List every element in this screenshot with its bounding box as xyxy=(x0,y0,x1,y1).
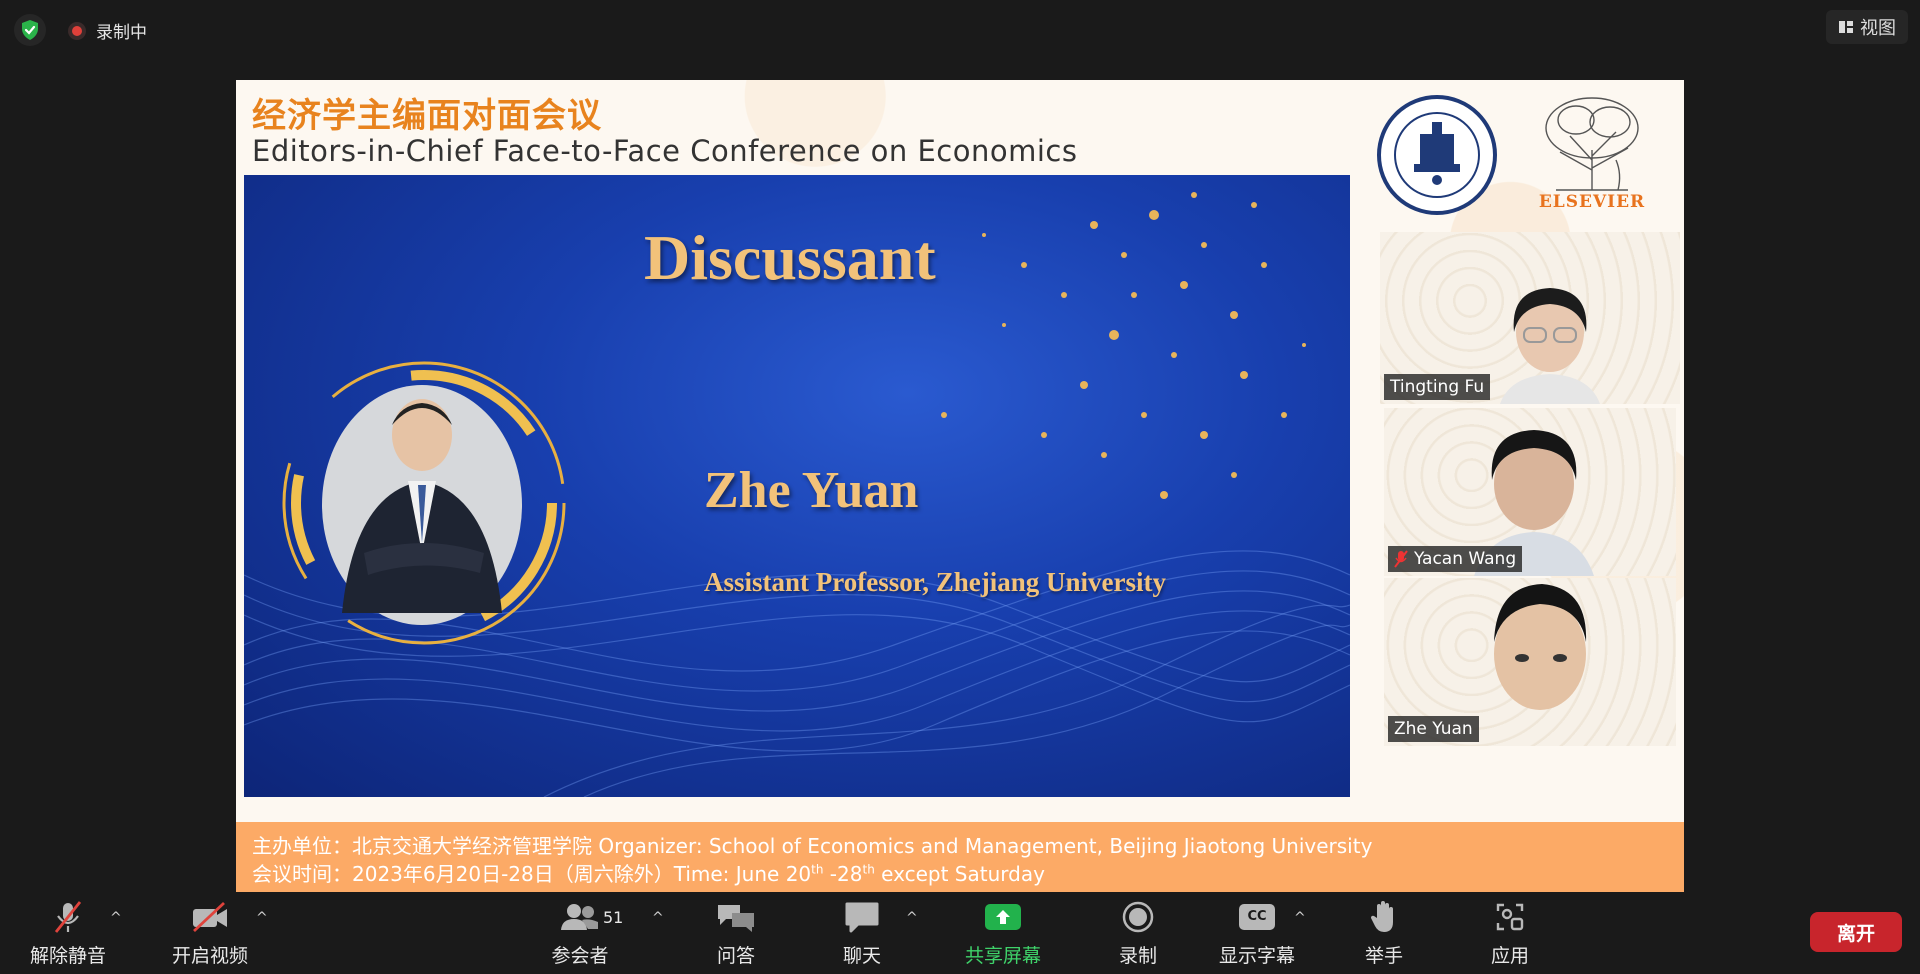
chat-options-chevron-up-icon[interactable]: ^ xyxy=(906,910,918,926)
captions-options-chevron-up-icon[interactable]: ^ xyxy=(1294,910,1306,926)
view-label: 视图 xyxy=(1860,18,1896,39)
unmute-button[interactable]: 解除静音 xyxy=(22,892,114,974)
share-screen-button[interactable]: 共享屏幕 xyxy=(950,892,1056,974)
video-options-chevron-up-icon[interactable]: ^ xyxy=(256,910,268,926)
participants-options-chevron-up-icon[interactable]: ^ xyxy=(652,910,664,926)
footer-date: 会议时间：2023年6月20日-28日（周六除外）Time: June 20th… xyxy=(252,858,1045,887)
muted-mic-icon xyxy=(1394,550,1408,568)
participant-name: Zhe Yuan xyxy=(1394,719,1473,739)
closed-captions-icon: CC xyxy=(1239,903,1275,930)
slide-footer: 主办单位：北京交通大学经济管理学院 Organizer: School of E… xyxy=(236,822,1684,892)
captions-button[interactable]: CC 显示字幕 xyxy=(1212,892,1302,974)
start-video-button[interactable]: 开启视频 xyxy=(160,892,260,974)
apps-button[interactable]: 应用 xyxy=(1470,892,1550,974)
participants-count-badge: 51 xyxy=(603,908,624,927)
audio-options-chevron-up-icon[interactable]: ^ xyxy=(110,910,122,926)
video-camera-off-icon xyxy=(193,901,227,932)
unmute-label: 解除静音 xyxy=(29,944,106,967)
view-button[interactable]: 视图 xyxy=(1826,10,1908,44)
record-label: 录制 xyxy=(1118,944,1157,967)
footer-date-prefix: 会议时间：2023年6月20日-28日（周六除外）Time: June 20 xyxy=(252,862,812,886)
slide-title-english: Editors-in-Chief Face-to-Face Conference… xyxy=(252,134,1078,168)
shared-screen: 经济学主编面对面会议 Editors-in-Chief Face-to-Face… xyxy=(236,80,1684,892)
participants-button[interactable]: 参会者 xyxy=(540,892,620,974)
participants-icon xyxy=(561,903,598,930)
security-shield-icon[interactable] xyxy=(14,14,46,46)
leave-meeting-button[interactable]: 离开 xyxy=(1810,912,1902,952)
start-video-label: 开启视频 xyxy=(171,944,248,967)
recording-indicator[interactable]: 录制中 xyxy=(68,18,147,43)
participants-label: 参会者 xyxy=(551,944,609,967)
chat-button[interactable]: 聊天 xyxy=(822,892,902,974)
record-button[interactable]: 录制 xyxy=(1098,892,1178,974)
participant-name-tag: Tingting Fu xyxy=(1384,374,1491,400)
speaker-title: Assistant Professor, Zhejiang University xyxy=(704,567,1167,597)
share-screen-arrow-icon xyxy=(985,903,1021,930)
participant-video xyxy=(1494,584,1587,710)
speaker-name: Zhe Yuan xyxy=(704,462,919,519)
participant-tile[interactable]: Yacan Wang xyxy=(1384,408,1676,576)
participant-name: Yacan Wang xyxy=(1414,549,1517,569)
chat-bubble-icon xyxy=(845,902,879,932)
qa-label: 问答 xyxy=(716,944,755,967)
participant-name-tag: Zhe Yuan xyxy=(1388,716,1479,742)
participant-tile[interactable]: Tingting Fu xyxy=(1380,232,1680,404)
footer-date-suffix: except Saturday xyxy=(874,862,1045,886)
chat-label: 聊天 xyxy=(842,944,881,967)
elsevier-wordmark: ELSEVIER xyxy=(1538,192,1646,212)
qa-button[interactable]: 问答 xyxy=(696,892,776,974)
footer-date-mid: -28 xyxy=(823,862,863,886)
participant-tile[interactable]: Zhe Yuan xyxy=(1384,578,1676,746)
raise-hand-label: 举手 xyxy=(1364,944,1403,967)
bjtu-logo-icon xyxy=(1377,95,1497,215)
speaker-portrait xyxy=(282,361,566,645)
footer-organizer: 主办单位：北京交通大学经济管理学院 Organizer: School of E… xyxy=(252,834,1373,858)
qa-bubbles-icon xyxy=(718,904,754,932)
captions-label: 显示字幕 xyxy=(1218,944,1295,967)
view-layout-icon xyxy=(1839,21,1853,33)
raise-hand-button[interactable]: 举手 xyxy=(1344,892,1424,974)
record-icon xyxy=(1122,901,1154,932)
slide-heading: Discussant xyxy=(644,222,936,293)
microphone-muted-icon xyxy=(54,900,82,933)
raise-hand-icon xyxy=(1370,900,1393,932)
footer-sup: th xyxy=(862,862,875,877)
apps-icon xyxy=(1496,903,1524,930)
footer-sup: th xyxy=(811,862,824,877)
participant-name: Tingting Fu xyxy=(1390,377,1485,397)
slide-main-panel: Discussant Zhe Yuan Assistant Professor,… xyxy=(244,175,1350,797)
top-bar: 录制中 视图 xyxy=(0,0,1920,56)
recording-dot-icon xyxy=(68,21,86,40)
recording-label: 录制中 xyxy=(96,23,147,43)
meeting-toolbar: 解除静音 ^ 开启视频 ^ 参会者 51 ^ 问答 聊天 ^ 共享屏幕 录制 C… xyxy=(0,892,1920,974)
share-screen-label: 共享屏幕 xyxy=(964,944,1041,967)
participant-name-tag: Yacan Wang xyxy=(1388,546,1523,572)
slide-title-chinese: 经济学主编面对面会议 xyxy=(252,96,602,136)
participant-video xyxy=(1500,288,1600,404)
apps-label: 应用 xyxy=(1490,944,1529,967)
